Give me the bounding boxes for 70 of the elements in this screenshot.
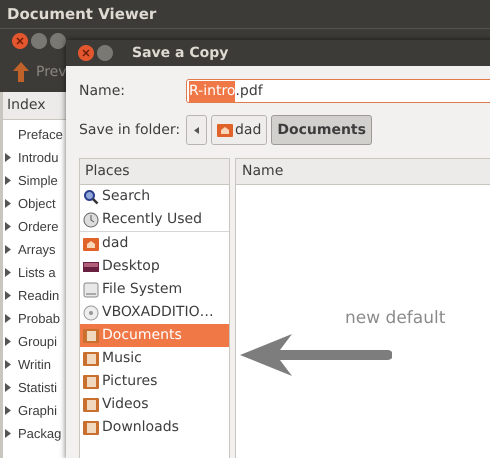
expand-triangle-icon[interactable] bbox=[4, 176, 12, 185]
folder-icon bbox=[83, 328, 99, 342]
sidebar-item[interactable]: Introdu bbox=[18, 148, 58, 168]
disc-icon bbox=[83, 304, 99, 320]
path-button[interactable]: Documents bbox=[271, 115, 372, 145]
sidebar-item[interactable]: Statisti bbox=[18, 378, 58, 398]
path-button[interactable]: dad bbox=[211, 115, 268, 145]
expand-triangle-icon[interactable] bbox=[4, 383, 12, 392]
name-column-header[interactable]: Name bbox=[236, 159, 490, 185]
expand-triangle-icon[interactable] bbox=[4, 153, 12, 162]
folder-icon bbox=[83, 420, 99, 434]
sidebar-item[interactable]: Graphi bbox=[18, 400, 58, 420]
name-field[interactable]: R-intro.pdf bbox=[186, 79, 490, 103]
sidebar-item[interactable]: Preface bbox=[18, 124, 63, 144]
sidebar-item[interactable]: Groupi bbox=[18, 332, 58, 352]
maximize-button[interactable] bbox=[50, 32, 66, 48]
sidebar-item[interactable]: Probab bbox=[18, 308, 60, 328]
app-title: Document Viewer bbox=[7, 4, 156, 25]
folder-icon bbox=[83, 352, 99, 366]
expand-triangle-icon[interactable] bbox=[4, 406, 12, 415]
place-item[interactable]: Music bbox=[80, 347, 229, 370]
folder-icon bbox=[83, 374, 99, 388]
sidebar-item[interactable]: Simple bbox=[18, 170, 58, 190]
desktop-icon bbox=[83, 260, 99, 272]
maximize-button[interactable] bbox=[97, 45, 113, 61]
expand-triangle-icon[interactable] bbox=[4, 291, 12, 300]
sidebar-item[interactable]: Object bbox=[18, 194, 56, 214]
expand-triangle-icon[interactable] bbox=[4, 337, 12, 346]
path-back-button[interactable] bbox=[186, 115, 207, 145]
home-folder-icon bbox=[83, 236, 99, 250]
dialog-title: Save a Copy bbox=[132, 44, 228, 62]
close-icon bbox=[16, 36, 24, 44]
place-item[interactable]: Videos bbox=[80, 393, 229, 416]
expand-triangle-icon[interactable] bbox=[4, 199, 12, 208]
expand-triangle-icon[interactable] bbox=[4, 245, 12, 254]
sidebar-item[interactable]: Readin bbox=[18, 286, 60, 306]
minimize-button[interactable] bbox=[31, 32, 47, 48]
home-folder-icon bbox=[217, 123, 233, 137]
sidebar-item[interactable]: Lists a bbox=[18, 262, 56, 282]
places-header: Places bbox=[80, 159, 229, 185]
close-button[interactable] bbox=[12, 32, 28, 48]
place-item[interactable]: Search bbox=[80, 185, 229, 208]
sidebar-item[interactable]: Packag bbox=[18, 424, 62, 444]
expand-triangle-icon[interactable] bbox=[4, 314, 12, 323]
place-item[interactable]: Recently Used bbox=[80, 208, 229, 231]
expand-triangle-icon[interactable] bbox=[4, 222, 12, 231]
folder-label: Save in folder: bbox=[79, 120, 182, 140]
sidebar-item[interactable]: Ordere bbox=[18, 216, 58, 236]
name-label: Name: bbox=[79, 82, 126, 100]
sidebar-item[interactable]: Arrays bbox=[18, 240, 56, 260]
close-button[interactable] bbox=[78, 45, 94, 61]
drive-icon bbox=[83, 282, 99, 298]
expand-triangle-icon[interactable] bbox=[4, 429, 12, 438]
left-triangle-icon bbox=[194, 126, 199, 134]
place-item[interactable]: VBOXADDITIO… bbox=[80, 301, 229, 324]
folder-icon bbox=[83, 398, 99, 412]
expand-triangle-icon[interactable] bbox=[4, 360, 12, 369]
place-item[interactable]: Pictures bbox=[80, 370, 229, 393]
search-icon bbox=[83, 188, 99, 204]
clock-icon bbox=[83, 212, 99, 228]
up-arrow-icon bbox=[12, 61, 30, 83]
annotation-text: new default bbox=[345, 307, 446, 330]
place-item[interactable]: Downloads bbox=[80, 416, 229, 439]
place-item[interactable]: Desktop bbox=[80, 255, 229, 278]
place-item[interactable]: dad bbox=[80, 232, 229, 255]
expand-triangle-icon[interactable] bbox=[4, 268, 12, 277]
place-item[interactable]: File System bbox=[80, 278, 229, 301]
close-icon bbox=[82, 49, 90, 57]
sidebar-header: Index bbox=[3, 92, 66, 120]
sidebar-item[interactable]: Writin bbox=[18, 354, 51, 374]
